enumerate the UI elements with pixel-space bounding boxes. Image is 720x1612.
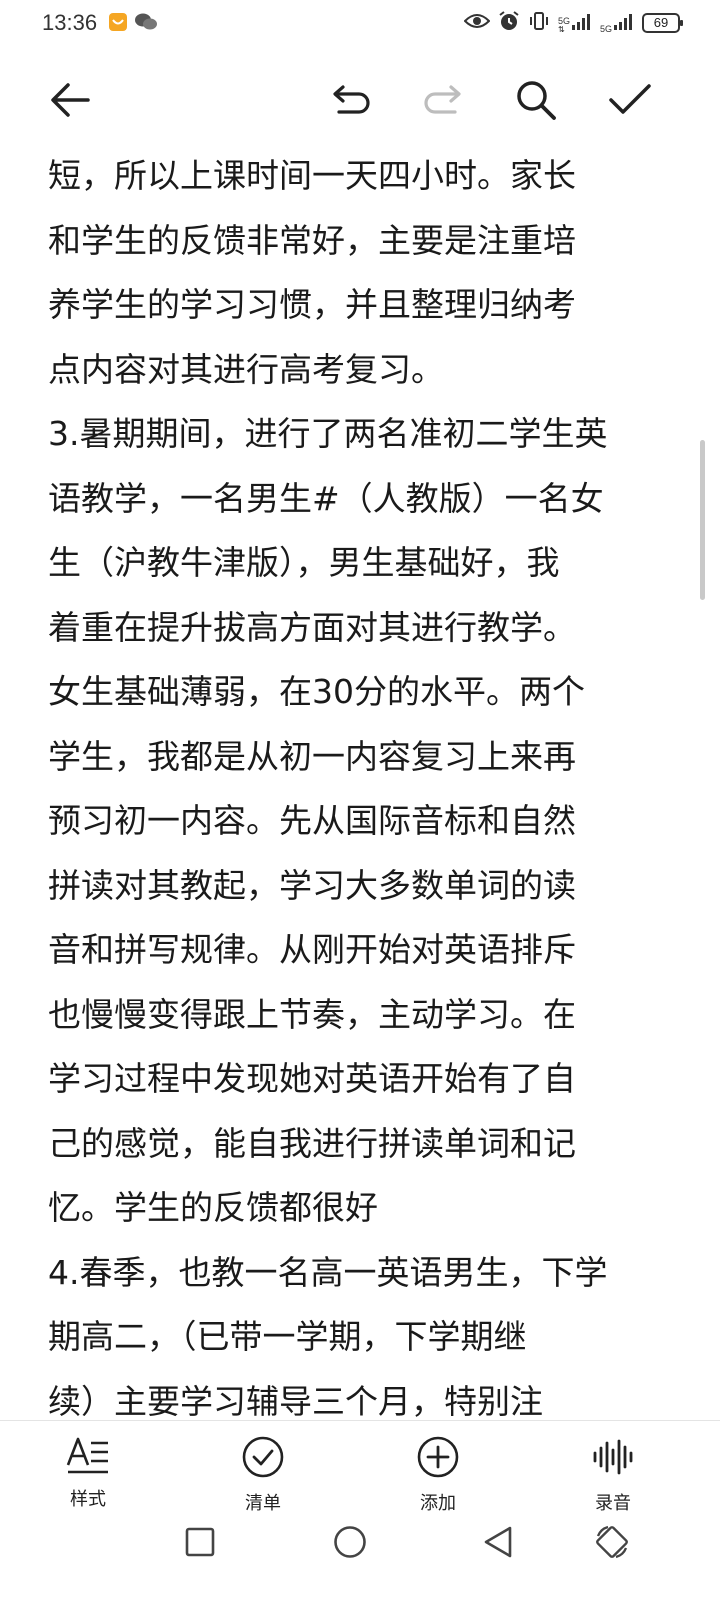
redo-button[interactable] — [416, 76, 468, 128]
note-line: 己的感觉，能自我进行拼读单词和记 — [48, 1123, 576, 1163]
redo-icon — [421, 82, 463, 122]
note-line: 女生基础薄弱，在30分的水平。两个 — [48, 672, 585, 711]
back-nav-button[interactable] — [478, 1524, 518, 1564]
recent-apps-icon — [185, 1527, 215, 1561]
note-line: 预习初一内容。先从国际音标和自然 — [48, 801, 576, 840]
status-time: 13:36 — [42, 10, 98, 35]
note-line: 短，所以上课时间一天四小时。家长 — [48, 156, 576, 195]
record-button[interactable]: 录音 — [553, 1435, 673, 1515]
rotate-screen-icon — [592, 1522, 632, 1566]
note-line: 期高二，（已带一学期，下学期继 — [48, 1317, 527, 1356]
note-line: 学生，我都是从初一内容复习上来再 — [48, 736, 576, 776]
search-button[interactable] — [510, 76, 562, 128]
editor-toolbar — [0, 58, 720, 144]
note-line: 养学生的学习习惯，并且整理归纳考 — [48, 285, 576, 324]
note-line: 着重在提升拔高方面对其进行教学。 — [48, 607, 576, 647]
note-line: 语教学，一名男生#（人教版）一名女 — [48, 478, 604, 518]
vibrate-icon — [528, 10, 550, 36]
note-line: 忆。学生的反馈都很好 — [48, 1188, 378, 1227]
system-nav-bar — [0, 1512, 720, 1612]
style-button[interactable]: 样式 — [28, 1435, 148, 1511]
add-button[interactable]: 添加 — [378, 1435, 498, 1515]
search-icon — [514, 78, 558, 126]
signal-strength-icon — [571, 12, 592, 34]
app-notification-icon — [108, 12, 128, 36]
text-style-icon — [66, 1435, 110, 1479]
note-body[interactable]: 短，所以上课时间一天四小时。家长 和学生的反馈非常好，主要是注重培 养学生的学习… — [48, 144, 668, 1420]
add-icon — [416, 1435, 460, 1483]
back-arrow-icon — [48, 80, 92, 124]
note-line: 和学生的反馈非常好，主要是注重培 — [48, 220, 576, 260]
undo-icon — [331, 82, 373, 122]
audio-wave-icon — [591, 1435, 635, 1483]
signal-strength-icon-2 — [614, 12, 634, 34]
note-line: 点内容对其进行高考复习。 — [48, 349, 444, 389]
note-line: 音和拼写规律。从刚开始对英语排斥 — [48, 930, 576, 969]
back-button[interactable] — [44, 76, 96, 128]
note-line: 也慢慢变得跟上节奏，主动学习。在 — [48, 994, 576, 1034]
scrollbar[interactable] — [700, 440, 705, 600]
home-icon — [333, 1525, 367, 1563]
bottom-action-bar: 样式 清单 添加 录音 — [0, 1420, 720, 1515]
recent-apps-button[interactable] — [180, 1524, 220, 1564]
data-arrows-icon: ⇅ — [557, 25, 565, 34]
wechat-icon — [134, 12, 158, 36]
note-line: 学习过程中发现她对英语开始有了自 — [48, 1059, 576, 1098]
note-line: 3.暑期期间，进行了两名准初二学生英 — [48, 414, 608, 453]
back-icon — [482, 1525, 514, 1563]
note-line: 生（沪教牛津版），男生基础好，我 — [48, 543, 560, 582]
undo-button[interactable] — [326, 76, 378, 128]
battery-icon: 69 — [642, 13, 683, 33]
note-line: 4.春季，也教一名高一英语男生，下学 — [48, 1252, 608, 1292]
note-line: 拼读对其教起，学习大多数单词的读 — [48, 865, 576, 905]
note-line: 续）主要学习辅导三个月，特别注 — [48, 1381, 543, 1421]
signal-type-label-2: 5G — [599, 24, 612, 34]
status-bar: 13:36 5G ⇅ 5G 69 — [0, 0, 720, 48]
confirm-check-icon — [607, 82, 653, 122]
confirm-button[interactable] — [604, 76, 656, 128]
style-label: 样式 — [70, 1489, 106, 1510]
checklist-icon — [241, 1435, 285, 1483]
alarm-icon — [498, 10, 520, 36]
home-button[interactable] — [330, 1524, 370, 1564]
eye-comfort-icon — [463, 12, 491, 34]
rotate-screen-button[interactable] — [592, 1524, 632, 1564]
checklist-button[interactable]: 清单 — [203, 1435, 323, 1515]
